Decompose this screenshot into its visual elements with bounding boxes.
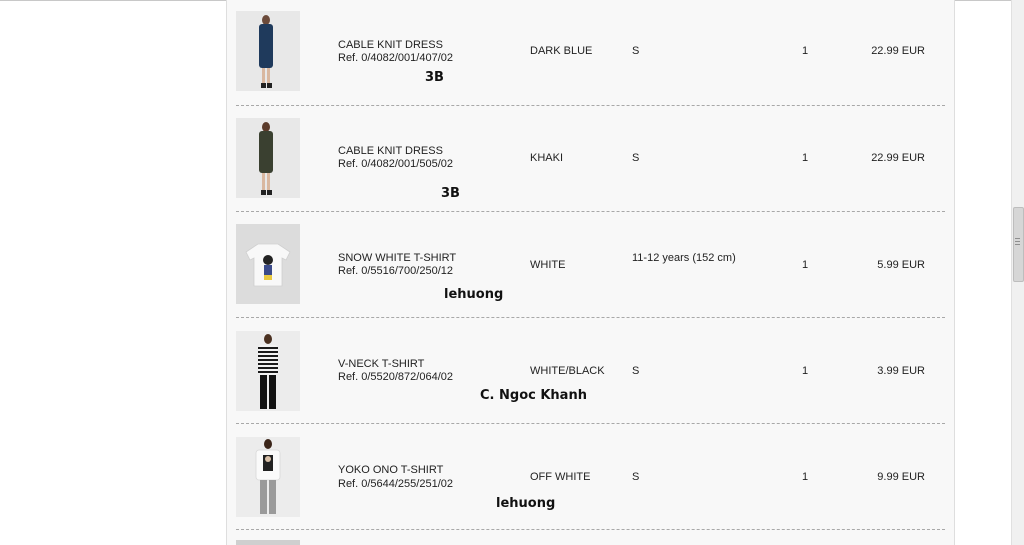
product-name[interactable]: V-NECK T-SHIRT — [338, 358, 424, 372]
product-color: WHITE/BLACK — [530, 365, 605, 377]
handwritten-note: C. Ngoc Khanh — [480, 388, 587, 403]
product-name[interactable]: CABLE KNIT DRESS — [338, 39, 443, 53]
product-size: S — [632, 471, 640, 483]
product-color: WHITE — [530, 259, 566, 271]
product-name[interactable]: SNOW WHITE T-SHIRT — [338, 252, 456, 266]
handwritten-note: 3B — [425, 70, 444, 85]
product-color: DARK BLUE — [530, 45, 593, 57]
product-size: S — [632, 45, 640, 57]
product-price: 22.99 EUR — [871, 152, 925, 164]
product-quantity: 1 — [802, 259, 809, 271]
list-item: CABLE KNIT DRESS Ref. 0/4082/001/407/02 … — [236, 0, 945, 106]
product-image[interactable] — [236, 11, 300, 91]
order-items-panel: CABLE KNIT DRESS Ref. 0/4082/001/407/02 … — [226, 0, 955, 545]
product-ref: Ref. 0/5516/700/250/12 — [338, 265, 453, 277]
product-ref: Ref. 0/4082/001/407/02 — [338, 52, 453, 64]
product-quantity: 1 — [802, 152, 809, 164]
handwritten-note: 3B — [441, 186, 460, 201]
list-item: CABLE KNIT DRESS Ref. 0/4082/001/505/02 … — [236, 106, 945, 212]
product-ref: Ref. 0/4082/001/505/02 — [338, 158, 453, 170]
product-price: 22.99 EUR — [871, 45, 925, 57]
product-image[interactable] — [236, 331, 300, 411]
product-color: OFF WHITE — [530, 471, 591, 483]
handwritten-note: lehuong — [444, 287, 504, 302]
product-name[interactable]: CABLE KNIT DRESS — [338, 145, 443, 159]
handwritten-note: lehuong — [496, 496, 556, 511]
product-quantity: 1 — [802, 45, 809, 57]
product-image-partial[interactable] — [236, 540, 300, 545]
row-divider — [236, 529, 945, 530]
scrollbar-grip-icon — [1015, 238, 1020, 247]
product-quantity: 1 — [802, 471, 809, 483]
list-item: YOKO ONO T-SHIRT Ref. 0/5644/255/251/02 … — [236, 424, 945, 530]
product-price: 3.99 EUR — [877, 365, 925, 377]
list-item: SNOW WHITE T-SHIRT Ref. 0/5516/700/250/1… — [236, 212, 945, 318]
product-image[interactable] — [236, 437, 300, 517]
product-color: KHAKI — [530, 152, 564, 164]
product-name[interactable]: YOKO ONO T-SHIRT — [338, 464, 443, 478]
list-item: V-NECK T-SHIRT Ref. 0/5520/872/064/02 WH… — [236, 318, 945, 424]
product-ref: Ref. 0/5520/872/064/02 — [338, 371, 453, 383]
product-size: 11-12 years (152 cm) — [632, 252, 736, 264]
product-image[interactable] — [236, 118, 300, 198]
product-price: 5.99 EUR — [877, 259, 925, 271]
product-image[interactable] — [236, 224, 300, 304]
product-size: S — [632, 365, 640, 377]
product-ref: Ref. 0/5644/255/251/02 — [338, 478, 453, 490]
product-size: S — [632, 152, 640, 164]
product-price: 9.99 EUR — [877, 471, 925, 483]
product-quantity: 1 — [802, 365, 809, 377]
